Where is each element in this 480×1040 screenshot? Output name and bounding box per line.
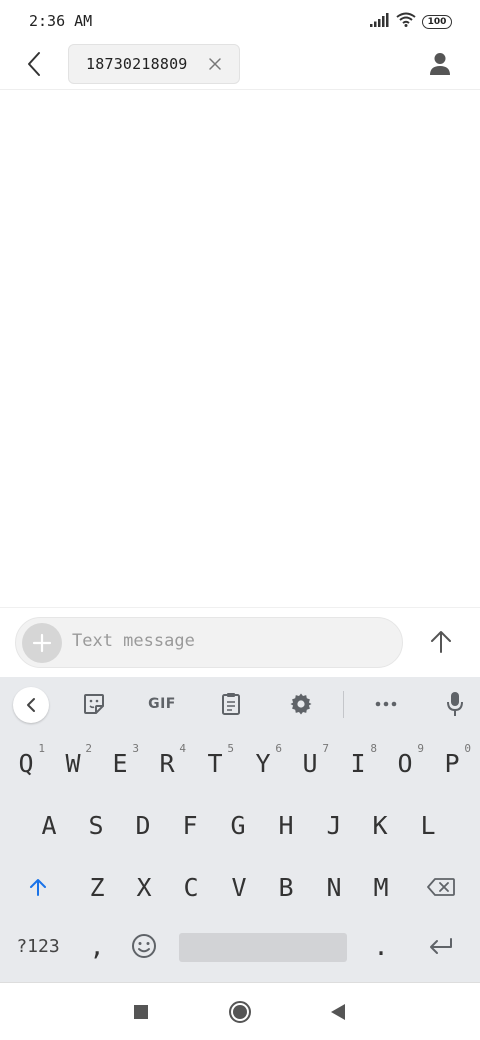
status-time: 2:36 AM — [29, 12, 93, 30]
sticker-icon — [84, 694, 104, 714]
key-hint: 4 — [179, 742, 186, 755]
message-list — [0, 91, 480, 607]
key-d[interactable]: D — [121, 799, 165, 851]
compose-field — [15, 617, 403, 668]
keyboard-toolbar: GIF — [0, 677, 480, 732]
key-c[interactable]: C — [169, 861, 213, 913]
plus-icon — [32, 633, 52, 653]
more-dots-icon — [375, 701, 397, 707]
battery-icon: 100 — [422, 14, 452, 29]
close-icon — [209, 58, 221, 70]
wifi-icon — [396, 12, 416, 31]
keyboard: GIF Q 1 W 2 E 3 R 4 T 5 Y 6 U 7 I 8 O 9 … — [0, 677, 480, 982]
key-i[interactable]: I8 — [336, 737, 380, 789]
clipboard-icon — [222, 693, 240, 715]
key-x[interactable]: X — [122, 861, 166, 913]
square-icon — [134, 1005, 148, 1019]
conversation-header: 18730218809 — [0, 44, 480, 90]
key-w[interactable]: W2 — [51, 737, 95, 789]
key-period[interactable]: . — [359, 920, 403, 972]
key-p[interactable]: P0 — [430, 737, 474, 789]
emoji-icon — [132, 934, 156, 958]
toolbar-divider — [343, 691, 344, 718]
backspace-key[interactable] — [419, 861, 463, 913]
emoji-key[interactable] — [122, 920, 166, 972]
key-hint: 0 — [464, 742, 471, 755]
gif-label: GIF — [148, 696, 176, 712]
circle-icon — [229, 1001, 251, 1023]
key-t[interactable]: T5 — [193, 737, 237, 789]
remove-recipient-button[interactable] — [207, 56, 223, 72]
key-hint: 1 — [38, 742, 45, 755]
shift-key[interactable] — [16, 861, 60, 913]
enter-icon — [430, 938, 452, 954]
triangle-back-icon — [331, 1004, 345, 1020]
contact-button[interactable] — [424, 48, 456, 80]
key-hint: 9 — [417, 742, 424, 755]
key-f[interactable]: F — [168, 799, 212, 851]
voice-input-button[interactable] — [438, 687, 472, 721]
backspace-icon — [427, 878, 455, 896]
symbols-key[interactable]: ?123 — [6, 920, 70, 972]
key-v[interactable]: V — [217, 861, 261, 913]
key-hint: 2 — [85, 742, 92, 755]
gif-button[interactable]: GIF — [145, 687, 179, 721]
message-input[interactable] — [72, 631, 372, 651]
compose-bar — [0, 607, 480, 677]
chevron-left-icon — [27, 698, 35, 712]
key-h[interactable]: H — [264, 799, 308, 851]
person-icon — [430, 53, 450, 75]
collapse-toolbar-button[interactable] — [13, 687, 49, 723]
system-nav-bar — [0, 982, 480, 1040]
spacebar[interactable] — [179, 933, 347, 962]
key-z[interactable]: Z — [75, 861, 119, 913]
key-b[interactable]: B — [264, 861, 308, 913]
attach-button[interactable] — [22, 623, 62, 663]
back-button[interactable] — [18, 48, 50, 80]
more-button[interactable] — [369, 687, 403, 721]
gear-icon — [290, 693, 312, 715]
key-hint: 7 — [322, 742, 329, 755]
nav-back-button[interactable] — [323, 997, 353, 1027]
key-a[interactable]: A — [27, 799, 71, 851]
back-arrow-icon — [28, 52, 40, 76]
home-button[interactable] — [225, 997, 255, 1027]
recipient-number: 18730218809 — [86, 55, 188, 73]
settings-button[interactable] — [284, 687, 318, 721]
send-arrow-icon — [431, 631, 451, 653]
clipboard-button[interactable] — [214, 687, 248, 721]
key-hint: 3 — [132, 742, 139, 755]
key-n[interactable]: N — [312, 861, 356, 913]
key-o[interactable]: O9 — [383, 737, 427, 789]
microphone-icon — [447, 692, 463, 716]
key-s[interactable]: S — [74, 799, 118, 851]
sticker-button[interactable] — [77, 687, 111, 721]
key-hint: 5 — [227, 742, 234, 755]
key-g[interactable]: G — [216, 799, 260, 851]
key-m[interactable]: M — [359, 861, 403, 913]
key-hint: 6 — [275, 742, 282, 755]
signal-icon — [370, 12, 390, 31]
send-button[interactable] — [424, 625, 458, 659]
key-k[interactable]: K — [358, 799, 402, 851]
key-q[interactable]: Q1 — [4, 737, 48, 789]
key-r[interactable]: R4 — [145, 737, 189, 789]
recents-button[interactable] — [126, 997, 156, 1027]
key-e[interactable]: E3 — [98, 737, 142, 789]
status-bar: 2:36 AM 100 — [0, 0, 480, 44]
shift-arrow-icon — [30, 879, 46, 896]
key-l[interactable]: L — [406, 799, 450, 851]
key-y[interactable]: Y6 — [241, 737, 285, 789]
key-u[interactable]: U7 — [288, 737, 332, 789]
enter-key[interactable] — [419, 920, 463, 972]
recipient-chip[interactable]: 18730218809 — [68, 44, 240, 84]
key-hint: 8 — [370, 742, 377, 755]
status-icons: 100 — [370, 12, 452, 31]
key-comma[interactable]: , — [75, 920, 119, 972]
key-j[interactable]: J — [312, 799, 356, 851]
